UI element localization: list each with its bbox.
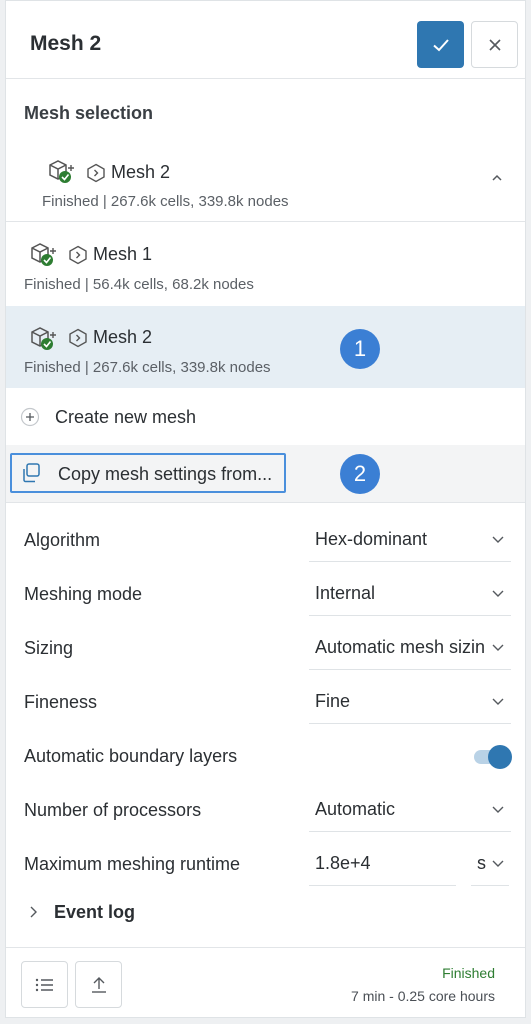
list-icon — [35, 978, 53, 991]
meshing-mode-label: Meshing mode — [24, 584, 143, 604]
chevron-down-icon — [492, 806, 504, 813]
runtime-input[interactable]: 1.8e+4 — [309, 842, 456, 886]
mesh-result-icon — [87, 163, 105, 183]
mesh-option-1[interactable]: Mesh 1 Finished | 56.4k cells, 68.2k nod… — [6, 222, 525, 305]
mesh-result-icon — [69, 328, 87, 348]
export-button[interactable] — [75, 961, 122, 1008]
chevron-up-icon — [492, 174, 502, 181]
upload-icon — [91, 976, 106, 993]
divider — [6, 947, 525, 948]
confirm-button[interactable] — [417, 21, 464, 68]
mesh-option-name: Mesh 2 — [93, 327, 153, 347]
step-badge-1: 1 — [340, 329, 380, 369]
boundary-layers-label: Automatic boundary layers — [24, 746, 238, 766]
mesh-finished-icon — [31, 243, 56, 266]
create-new-mesh-label: Create new mesh — [55, 407, 197, 427]
runtime-label: Maximum meshing runtime — [24, 854, 241, 874]
chevron-down-icon — [492, 698, 504, 705]
mesh-selection-label: Mesh selection — [24, 103, 154, 123]
mesh-option-status: Finished | 267.6k cells, 339.8k nodes — [24, 359, 271, 376]
current-mesh-status: Finished | 267.6k cells, 339.8k nodes — [42, 193, 289, 210]
copy-icon — [23, 463, 40, 483]
mesh-panel: Mesh 2 Mesh selection Mesh 2 Finished | … — [5, 0, 526, 1018]
processors-value: Automatic — [315, 799, 396, 819]
processors-label: Number of processors — [24, 800, 202, 820]
mesh-finished-icon — [31, 327, 56, 350]
meshing-mode-value: Internal — [315, 583, 376, 603]
copy-mesh-settings-button[interactable]: Copy mesh settings from... — [10, 453, 286, 493]
sizing-label: Sizing — [24, 638, 74, 658]
mesh-select-dropdown[interactable]: Mesh 2 Finished | 267.6k cells, 339.8k n… — [6, 149, 525, 221]
algorithm-value: Hex-dominant — [315, 529, 428, 549]
check-icon — [432, 38, 449, 51]
runtime-unit: s — [477, 853, 486, 873]
fineness-label: Fineness — [24, 692, 98, 712]
meshing-mode-select[interactable]: Internal — [309, 572, 511, 616]
create-new-mesh-button[interactable]: Create new mesh — [6, 389, 525, 445]
chevron-down-icon — [492, 590, 504, 597]
current-mesh-name: Mesh 2 — [111, 162, 171, 182]
runtime-value: 1.8e+4 — [315, 853, 371, 873]
runtime-unit-select[interactable]: s — [471, 842, 509, 886]
chevron-right-icon — [30, 906, 37, 918]
algorithm-select[interactable]: Hex-dominant — [309, 518, 511, 562]
fineness-select[interactable]: Fine — [309, 680, 511, 724]
sizing-select[interactable]: Automatic mesh sizing — [309, 626, 511, 670]
sizing-value: Automatic mesh sizing — [315, 637, 485, 657]
divider — [6, 502, 525, 503]
close-icon — [488, 38, 501, 51]
toggle-knob[interactable] — [488, 745, 512, 769]
close-button[interactable] — [471, 21, 518, 68]
chevron-down-icon — [492, 536, 504, 543]
mesh-finished-icon — [49, 160, 74, 183]
mesh-option-status: Finished | 56.4k cells, 68.2k nodes — [24, 276, 254, 293]
mesh-result-icon — [69, 245, 87, 265]
page-title: Mesh 2 — [30, 32, 102, 55]
processors-select[interactable]: Automatic — [309, 788, 511, 832]
chevron-down-icon — [492, 644, 504, 651]
footer-summary: 7 min - 0.25 core hours — [351, 988, 495, 1004]
step-badge-2: 2 — [340, 454, 380, 494]
list-button[interactable] — [21, 961, 68, 1008]
plus-icon — [20, 407, 40, 427]
divider — [6, 78, 525, 79]
copy-mesh-settings-label: Copy mesh settings from... — [58, 464, 273, 484]
mesh-option-2[interactable]: Mesh 2 Finished | 267.6k cells, 339.8k n… — [6, 306, 525, 388]
fineness-value: Fine — [315, 691, 351, 711]
footer-status: Finished — [442, 965, 495, 981]
event-log-toggle[interactable]: Event log — [6, 893, 525, 933]
chevron-down-icon — [492, 860, 504, 867]
event-log-label: Event log — [54, 902, 136, 922]
mesh-option-name: Mesh 1 — [93, 244, 153, 264]
algorithm-label: Algorithm — [24, 530, 101, 550]
